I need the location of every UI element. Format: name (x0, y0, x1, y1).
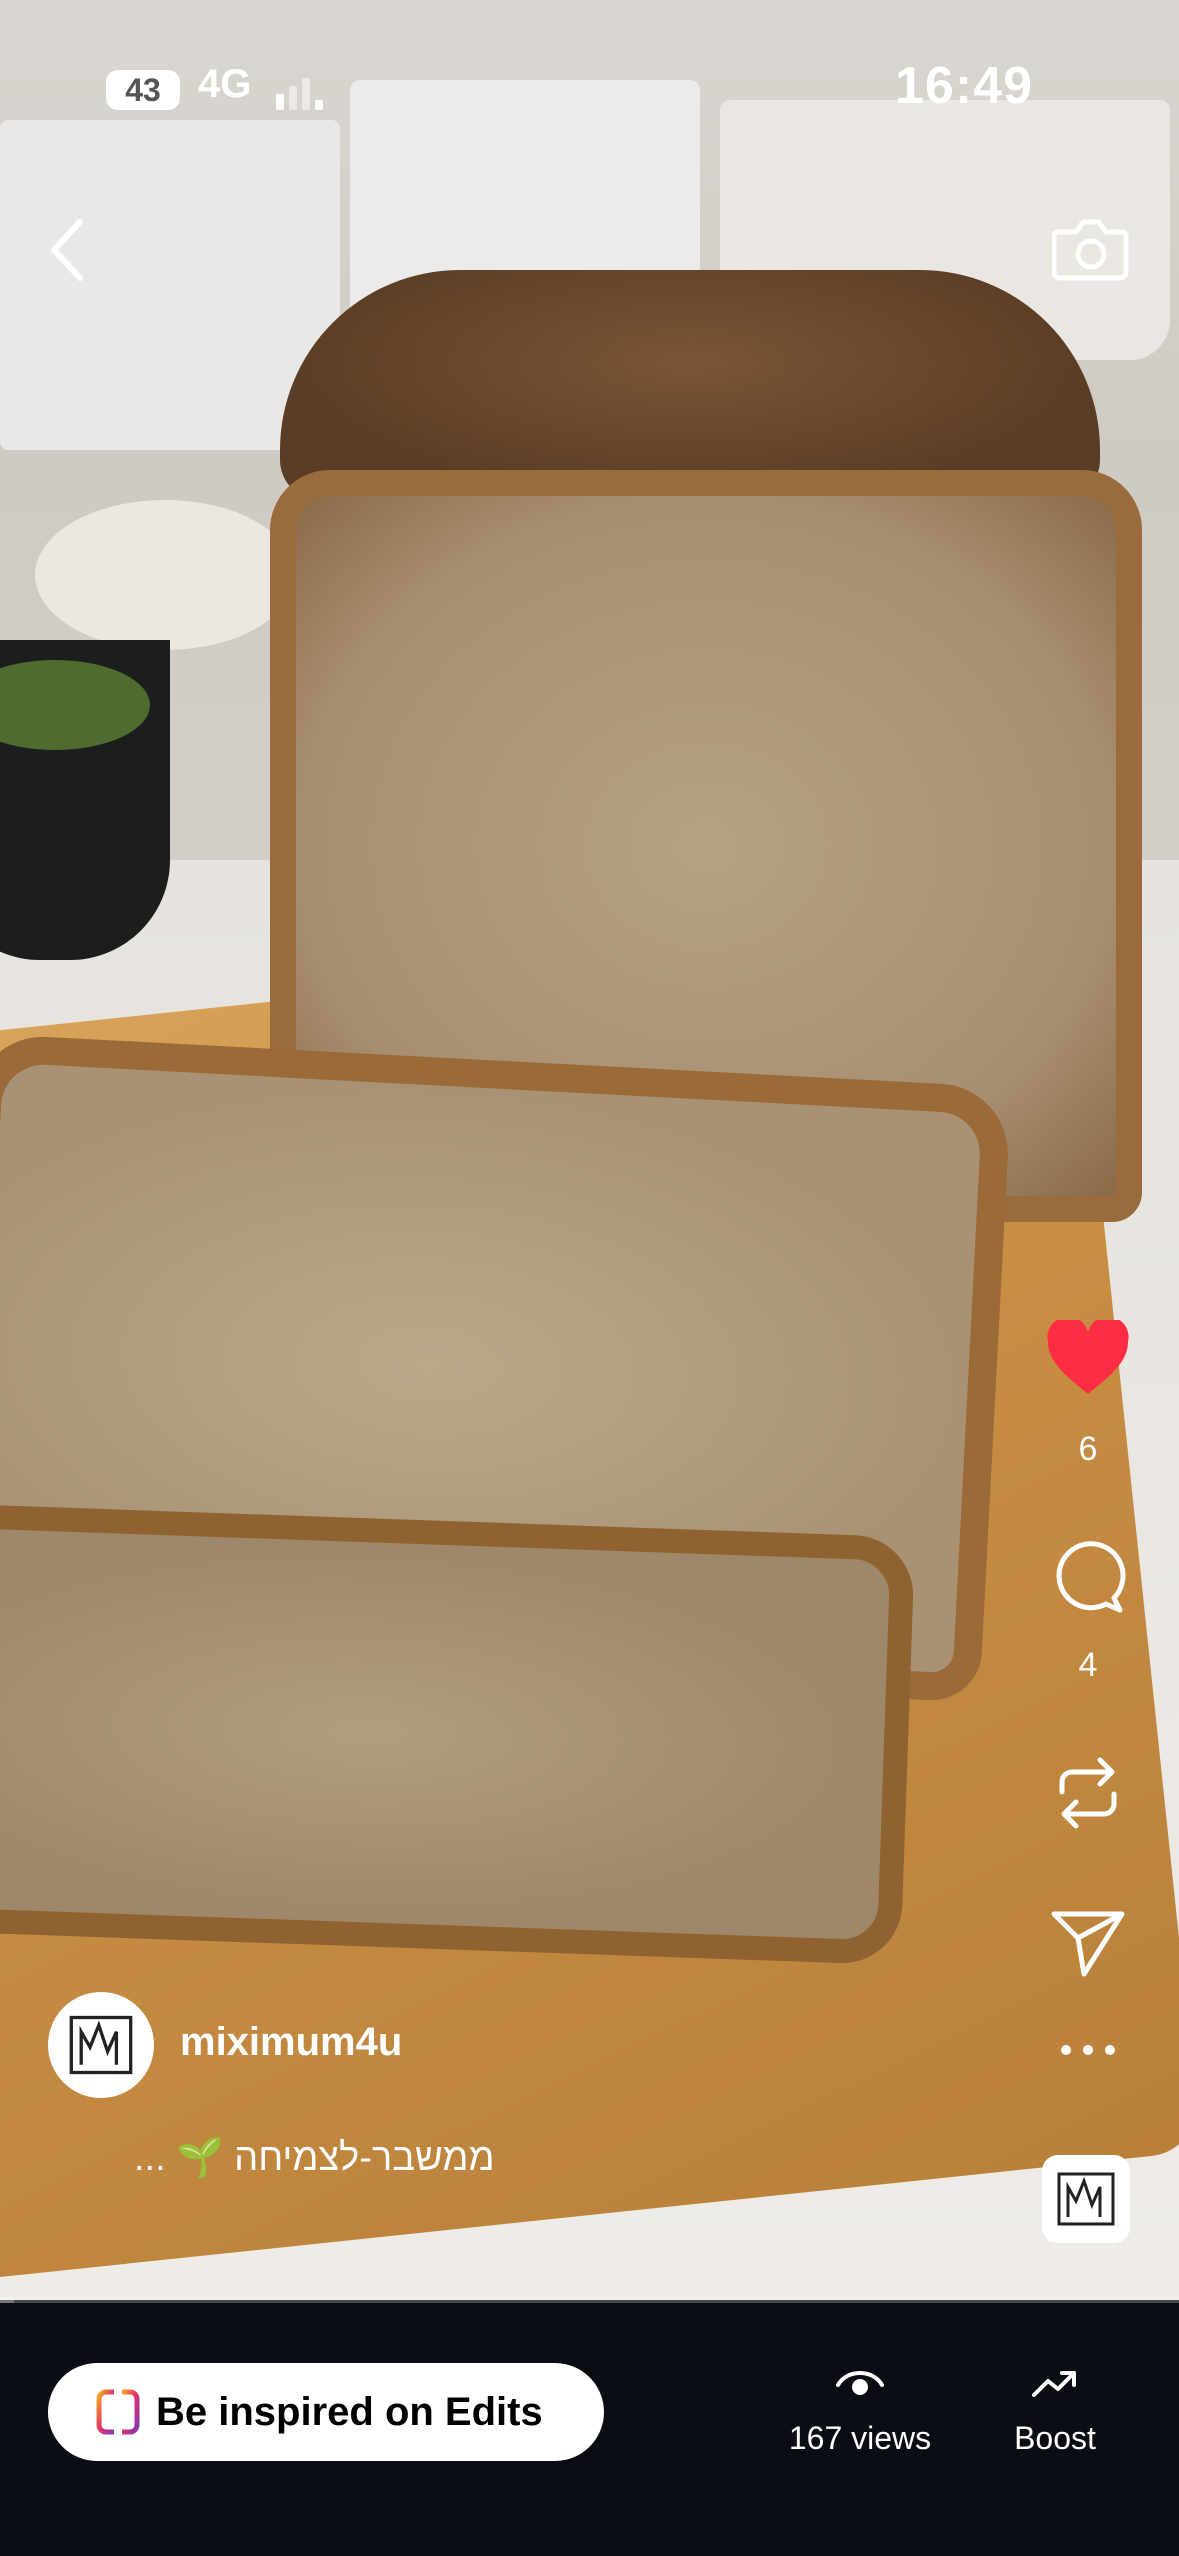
clock: 16:49 (895, 57, 1033, 115)
status-bar: 43 4G 16:49 (0, 0, 1179, 170)
eye-icon (836, 2371, 884, 2395)
more-options-button[interactable] (1040, 2040, 1136, 2090)
camera-button[interactable] (1051, 212, 1130, 284)
caption[interactable]: ... 🌱 ממשבר-לצמיחה (134, 2136, 495, 2180)
comment-count: 4 (1078, 1646, 1098, 1684)
camera-icon (1051, 219, 1129, 281)
caption-text: ממשבר-לצמיחה (234, 2137, 495, 2179)
sprout-emoji: 🌱 (176, 2137, 224, 2179)
bottom-bar: Be inspired on Edits 167 views Boost (0, 2303, 1179, 2556)
paper-plane-icon (1051, 1911, 1125, 1977)
audio-button[interactable] (1042, 2155, 1130, 2243)
boost-label: Boost (1014, 2420, 1096, 2456)
trending-up-icon (1032, 2371, 1076, 2397)
comment-button[interactable] (1040, 1540, 1136, 1620)
repost-icon (1059, 1757, 1117, 1829)
account-logo-icon (1057, 2172, 1115, 2226)
comment-bubble-icon (1056, 1541, 1126, 1613)
more-dots-icon (1061, 2045, 1115, 2055)
caption-more: ... (134, 2137, 166, 2179)
background-plate (35, 500, 295, 650)
edits-button[interactable]: Be inspired on Edits (48, 2363, 604, 2461)
avatar[interactable] (48, 1992, 154, 2098)
repost-button[interactable] (1040, 1748, 1136, 1838)
signal-icon (276, 70, 336, 110)
account-logo-icon (69, 2015, 133, 2075)
bread-loaf-crust (280, 270, 1100, 500)
heart-icon (1047, 1320, 1129, 1394)
edits-label: Be inspired on Edits (156, 2389, 543, 2434)
like-count: 6 (1078, 1430, 1098, 1468)
edits-logo-icon (96, 2389, 140, 2435)
chevron-left-icon (51, 219, 83, 281)
like-button[interactable] (1040, 1320, 1136, 1400)
views-label: 167 views (788, 2420, 932, 2456)
share-button[interactable] (1040, 1908, 1136, 1988)
boost-button[interactable]: Boost (1000, 2363, 1110, 2457)
views-stat[interactable]: 167 views (780, 2363, 940, 2457)
reel-video[interactable] (0, 0, 1179, 2300)
bread-slice (0, 1502, 916, 1966)
network-type: 4G (198, 62, 252, 106)
back-button[interactable] (40, 210, 100, 290)
battery-indicator: 43 (106, 70, 180, 110)
username[interactable]: miximum4u (180, 2020, 402, 2065)
